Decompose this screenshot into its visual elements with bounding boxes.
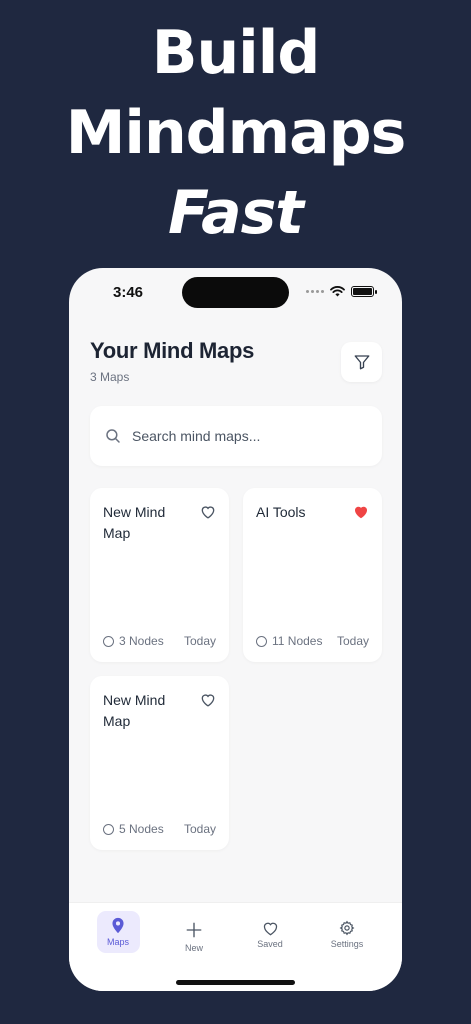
dynamic-island <box>182 277 289 308</box>
heart-outline-icon[interactable] <box>200 504 216 519</box>
node-icon <box>103 823 114 835</box>
map-pin-icon <box>112 917 124 934</box>
node-icon <box>103 635 114 647</box>
mind-map-card[interactable]: New Mind Map 3 Nodes Today <box>90 488 229 662</box>
search-bar[interactable] <box>90 406 382 466</box>
heart-icon <box>263 922 277 936</box>
card-title: New Mind Map <box>103 504 166 541</box>
tab-maps-active-pill: Maps <box>96 911 140 953</box>
card-node-count: 11 Nodes <box>272 634 323 648</box>
gear-icon <box>339 920 355 936</box>
search-icon <box>106 429 120 443</box>
card-title: New Mind Map <box>103 692 166 729</box>
tab-settings-label: Settings <box>330 939 364 949</box>
card-date: Today <box>183 822 216 836</box>
mind-map-card[interactable]: AI Tools 11 Nodes Today <box>243 488 382 662</box>
wifi-icon <box>330 286 345 297</box>
card-title: AI Tools <box>256 504 306 520</box>
tab-settings[interactable]: Settings <box>317 917 377 949</box>
card-footer: 3 Nodes Today <box>103 634 216 648</box>
headline-line-2: Mindmaps <box>65 98 407 168</box>
filter-button[interactable] <box>341 342 382 382</box>
status-indicators <box>306 286 377 297</box>
search-input[interactable] <box>132 428 362 444</box>
plus-icon <box>186 922 202 938</box>
tab-saved-label: Saved <box>257 939 283 949</box>
card-node-count: 3 Nodes <box>119 634 164 648</box>
home-indicator <box>176 980 295 985</box>
tab-maps-label: Maps <box>106 937 129 947</box>
signal-icon <box>306 290 324 293</box>
tab-new[interactable]: New <box>164 917 224 953</box>
headline-line-1: Build <box>151 18 321 88</box>
card-date: Today <box>336 634 369 648</box>
headline-line-3: Fast <box>168 178 304 248</box>
tab-saved[interactable]: Saved <box>240 917 300 949</box>
battery-icon <box>351 286 377 297</box>
tab-maps[interactable]: Maps <box>88 911 148 953</box>
card-date: Today <box>183 634 216 648</box>
mind-map-card[interactable]: New Mind Map 5 Nodes Today <box>90 676 229 850</box>
heart-filled-icon[interactable] <box>353 504 369 519</box>
card-footer: 5 Nodes Today <box>103 822 216 836</box>
tab-new-label: New <box>184 943 203 953</box>
filter-icon <box>354 355 369 370</box>
card-node-count: 5 Nodes <box>119 822 164 836</box>
phone-screen: 3:46 Your Mind Maps 3 Maps New Mind Map … <box>69 268 402 991</box>
node-icon <box>256 635 267 647</box>
page-title: Your Mind Maps <box>90 338 255 363</box>
status-time: 3:46 <box>113 284 144 301</box>
card-footer: 11 Nodes Today <box>256 634 369 648</box>
tab-bar: Maps New Saved Settings <box>69 902 402 991</box>
map-count: 3 Maps <box>90 370 130 384</box>
heart-outline-icon[interactable] <box>200 692 216 707</box>
